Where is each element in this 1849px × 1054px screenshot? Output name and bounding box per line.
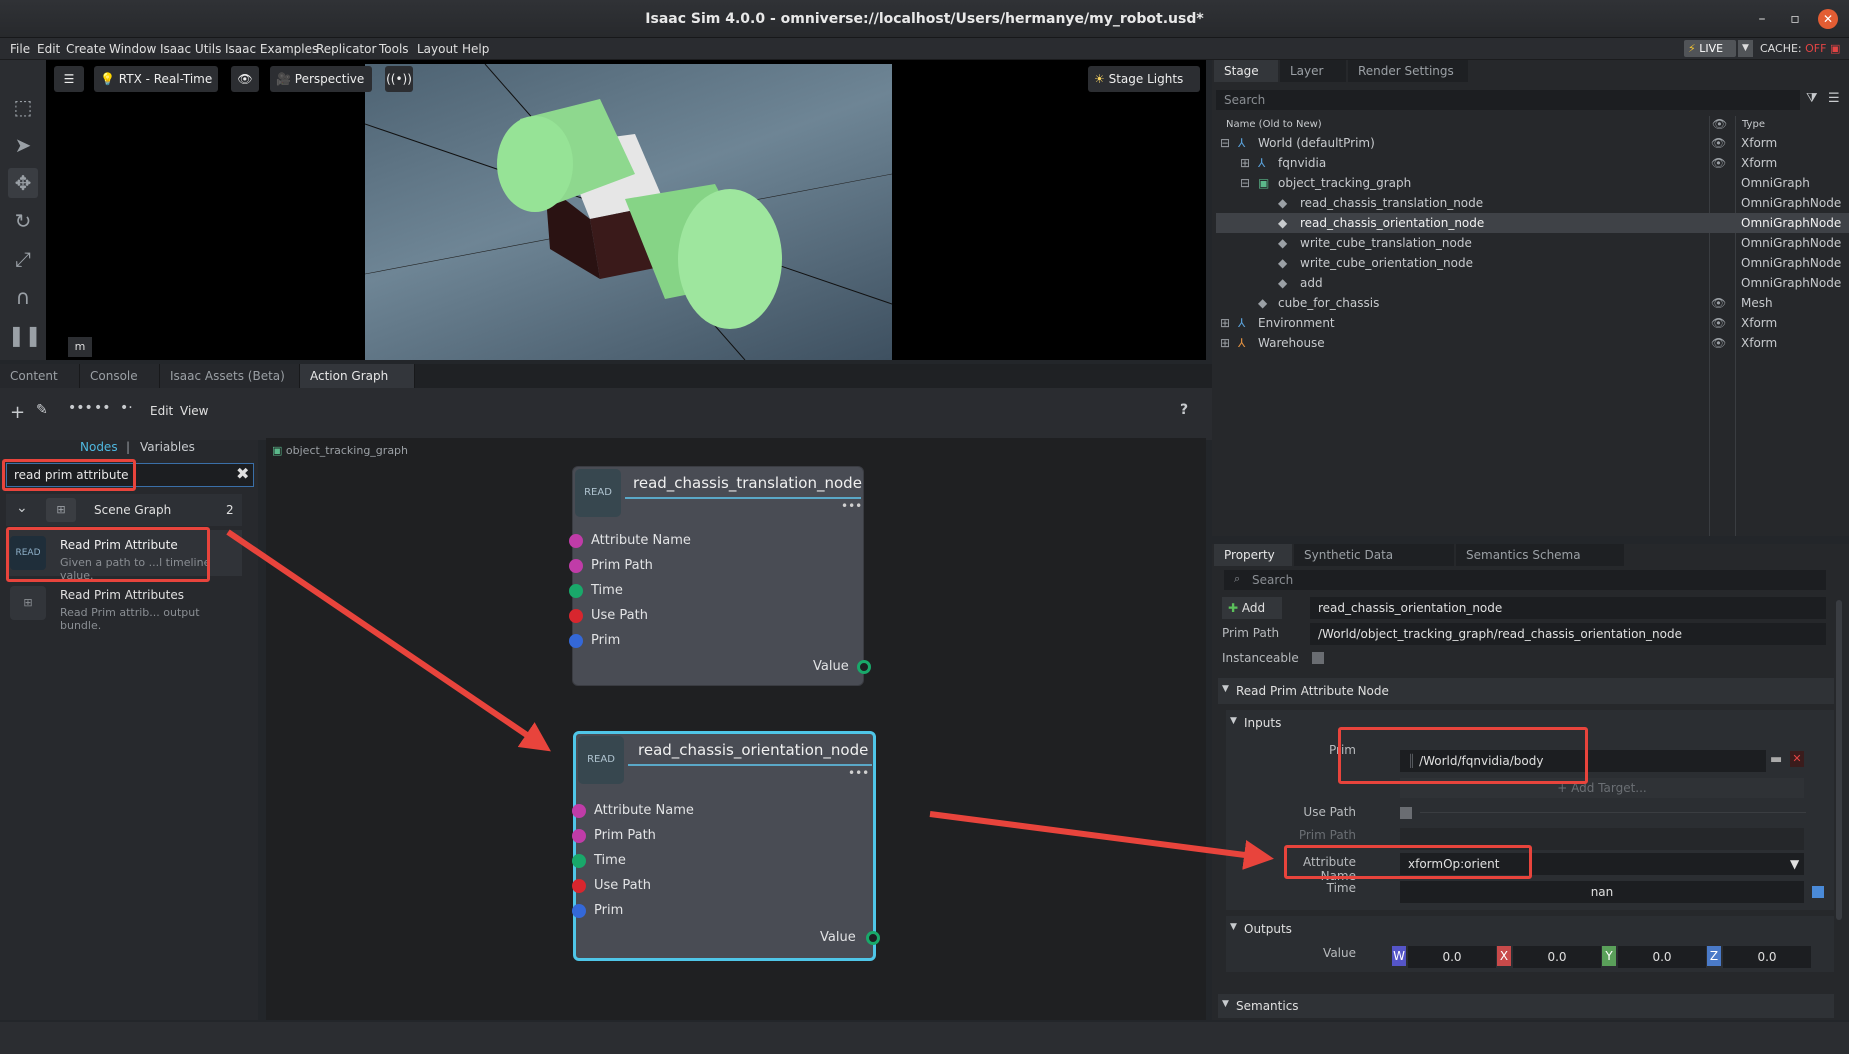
annotation-arrows xyxy=(226,529,1274,870)
annotation-arrow-to-property xyxy=(929,811,1274,870)
annotation-arrow-to-node xyxy=(226,529,551,752)
